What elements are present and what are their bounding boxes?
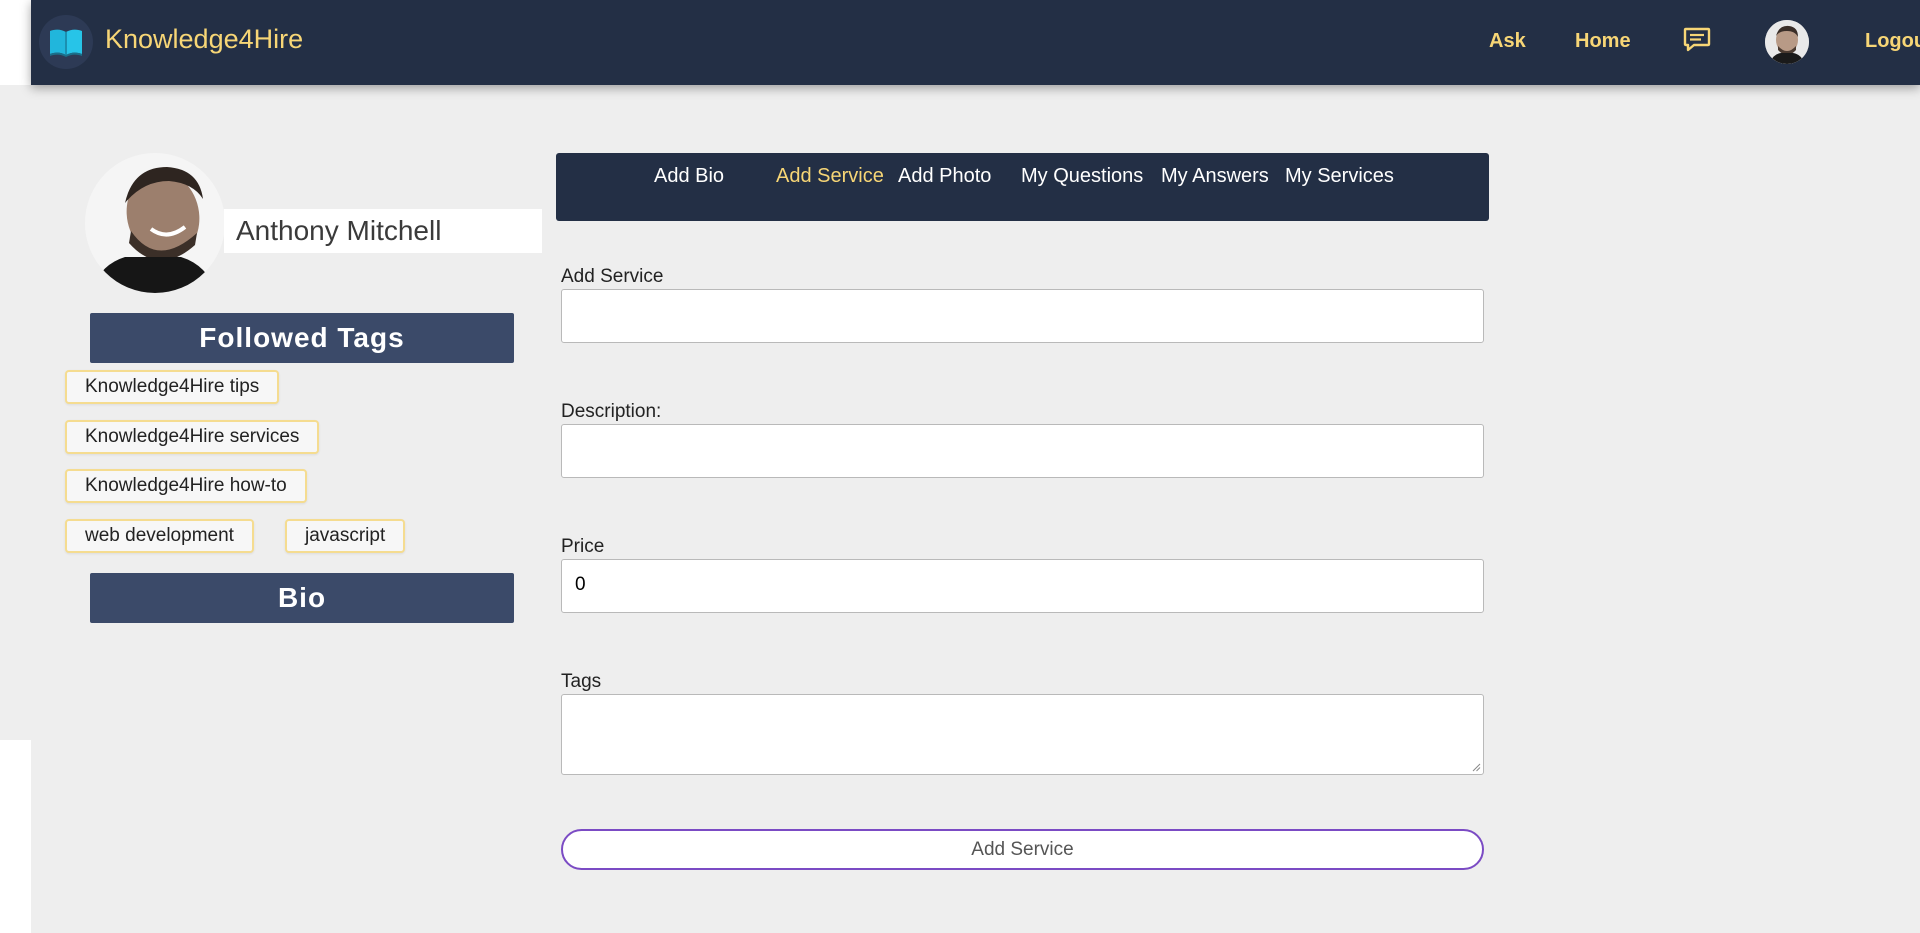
tab-add-bio[interactable]: Add Bio <box>654 165 724 188</box>
description-label: Description: <box>561 401 662 422</box>
page: Knowledge4Hire Ask Home Logout <box>31 0 1920 933</box>
chat-bubble-icon[interactable] <box>1683 27 1711 53</box>
page-left-gutter <box>0 85 31 740</box>
tags-label: Tags <box>561 671 602 692</box>
nav-logout-link[interactable]: Logout <box>1865 30 1920 53</box>
tag-chip[interactable]: web development <box>65 519 254 553</box>
tag-chip[interactable]: Knowledge4Hire tips <box>65 370 280 404</box>
tab-add-service[interactable]: Add Service <box>776 165 884 188</box>
price-input[interactable]: 0 <box>561 559 1484 613</box>
tag-chip[interactable]: Knowledge4Hire services <box>65 420 320 454</box>
profile-name-box: Anthony Mitchell <box>224 209 542 253</box>
service-input[interactable] <box>561 289 1484 343</box>
followed-tags-header: Followed Tags <box>90 313 514 363</box>
tags-textarea[interactable] <box>561 694 1484 775</box>
user-avatar[interactable] <box>1765 20 1809 64</box>
resize-grip-icon[interactable] <box>1471 762 1481 772</box>
nav-ask-link[interactable]: Ask <box>1489 30 1526 53</box>
top-navbar: Knowledge4Hire Ask Home Logout <box>31 0 1920 85</box>
tag-chip[interactable]: Knowledge4Hire how-to <box>65 469 307 503</box>
tag-chip[interactable]: javascript <box>285 519 406 553</box>
price-label: Price <box>561 536 605 557</box>
profile-name: Anthony Mitchell <box>236 215 442 246</box>
tab-my-questions[interactable]: My Questions <box>1021 165 1143 188</box>
add-service-button[interactable]: Add Service <box>561 829 1484 870</box>
tab-add-photo[interactable]: Add Photo <box>898 165 991 188</box>
profile-avatar <box>85 153 225 293</box>
open-book-icon[interactable] <box>39 15 93 69</box>
nav-home-link[interactable]: Home <box>1575 30 1631 53</box>
brand-name[interactable]: Knowledge4Hire <box>105 24 303 55</box>
service-label: Add Service <box>561 266 664 287</box>
tab-my-answers[interactable]: My Answers <box>1161 165 1269 188</box>
bio-header: Bio <box>90 573 514 623</box>
description-input[interactable] <box>561 424 1484 478</box>
profile-tabs-bar: Add Bio Add Service Add Photo My Questio… <box>556 153 1489 221</box>
tab-my-services[interactable]: My Services <box>1285 165 1394 188</box>
